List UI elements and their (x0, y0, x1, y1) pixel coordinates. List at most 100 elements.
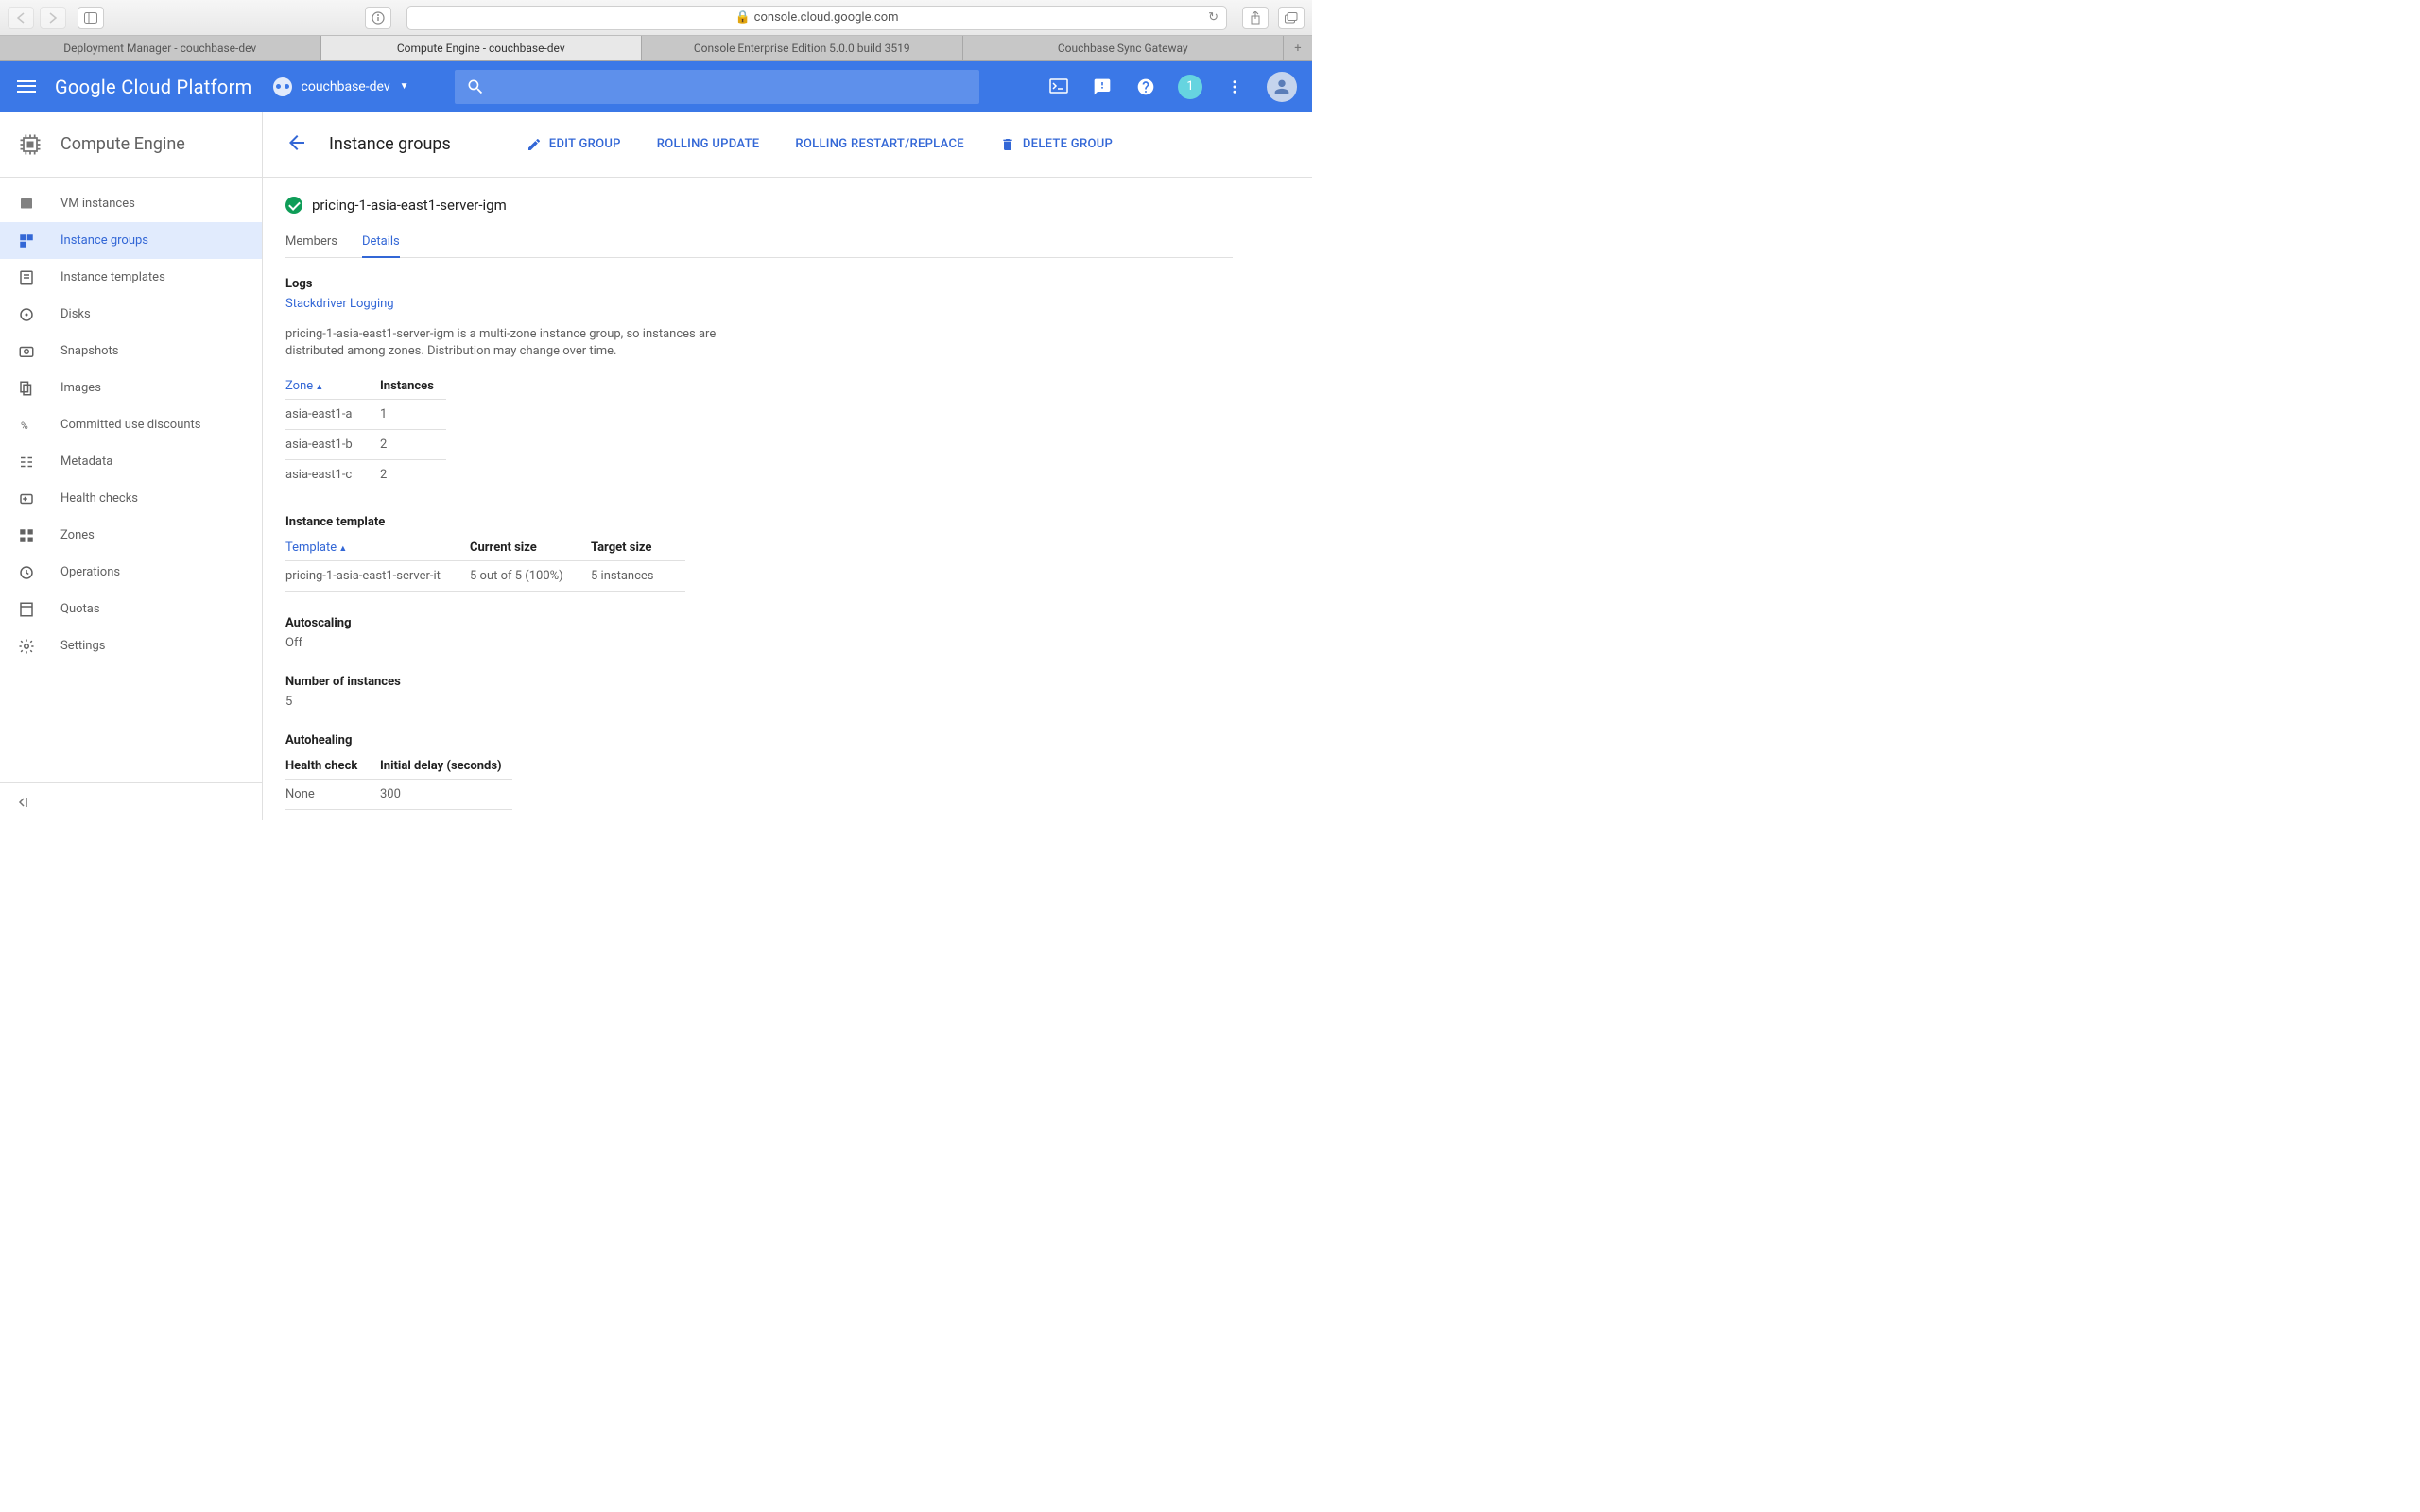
detail-tabs: Members Details (285, 227, 1233, 258)
project-picker[interactable]: couchbase-dev ▼ (273, 77, 409, 96)
tab-details[interactable]: Details (362, 227, 400, 258)
main-content: Instance groups EDIT GROUP ROLLING UPDAT… (263, 112, 1312, 820)
back-button[interactable] (8, 7, 34, 29)
rolling-restart-button[interactable]: ROLLING RESTART/REPLACE (795, 137, 963, 151)
new-tab-button[interactable]: + (1284, 36, 1312, 60)
sidebar-header: Compute Engine (0, 112, 262, 178)
group-name: pricing-1-asia-east1-server-igm (312, 197, 507, 214)
autoscaling-value: Off (285, 636, 1233, 650)
sidebar-title: Compute Engine (60, 134, 185, 154)
browser-tab[interactable]: Deployment Manager - couchbase-dev (0, 36, 321, 60)
url-host: console.cloud.google.com (754, 10, 899, 25)
tab-members[interactable]: Members (285, 227, 337, 257)
zones-icon (17, 526, 36, 545)
table-row: asia-east1-a1 (285, 400, 446, 430)
sidebar-item-instance-groups[interactable]: Instance groups (0, 222, 262, 259)
sidebar-item-committed-use[interactable]: %Committed use discounts (0, 406, 262, 443)
table-row: None 300 (285, 780, 512, 810)
health-check-header: Health check (285, 753, 380, 780)
table-row: asia-east1-c2 (285, 460, 446, 490)
status-ok-icon (285, 197, 302, 214)
app-body: Compute Engine VM instances Instance gro… (0, 112, 1312, 820)
notifications-badge[interactable]: 1 (1178, 75, 1202, 99)
project-name: couchbase-dev (302, 79, 390, 94)
sidebar-item-metadata[interactable]: Metadata (0, 443, 262, 480)
page-actions: EDIT GROUP ROLLING UPDATE ROLLING RESTAR… (527, 137, 1113, 152)
sidebar-item-disks[interactable]: Disks (0, 296, 262, 333)
share-button[interactable] (1242, 7, 1269, 29)
metadata-icon (17, 453, 36, 472)
autoscaling-label: Autoscaling (285, 616, 1233, 630)
edit-group-button[interactable]: EDIT GROUP (527, 137, 621, 152)
sidebar-item-operations[interactable]: Operations (0, 554, 262, 591)
template-label: Instance template (285, 515, 1233, 529)
sidebar-item-zones[interactable]: Zones (0, 517, 262, 554)
hamburger-menu-icon[interactable] (15, 76, 38, 98)
alert-icon[interactable] (1091, 76, 1114, 98)
clock-icon (17, 563, 36, 582)
gcp-logo[interactable]: Google Cloud Platform (55, 76, 252, 98)
search-icon (466, 77, 485, 96)
zone-header[interactable]: Zone (285, 373, 380, 400)
lock-icon: 🔒 (735, 10, 750, 25)
delete-group-button[interactable]: DELETE GROUP (1000, 137, 1113, 152)
sidebar-item-snapshots[interactable]: Snapshots (0, 333, 262, 369)
safari-toolbar: 🔒 console.cloud.google.com ↻ (0, 0, 1312, 36)
sidebar-items: VM instances Instance groups Instance te… (0, 178, 262, 782)
health-icon (17, 490, 36, 508)
back-arrow-icon[interactable] (285, 131, 308, 158)
logs-label: Logs (285, 277, 1233, 291)
collapse-icon (17, 796, 32, 809)
gcp-header: Google Cloud Platform couchbase-dev ▼ 1 (0, 61, 1312, 112)
browser-tab[interactable]: Compute Engine - couchbase-dev (321, 36, 643, 60)
search-input[interactable] (455, 70, 979, 104)
initial-delay-header: Initial delay (seconds) (380, 753, 512, 780)
reload-icon[interactable]: ↻ (1208, 10, 1219, 25)
sidebar-item-images[interactable]: Images (0, 369, 262, 406)
sidebar-item-quotas[interactable]: Quotas (0, 591, 262, 627)
tabs-button[interactable] (1278, 7, 1305, 29)
avatar[interactable] (1267, 72, 1297, 102)
group-description: pricing-1-asia-east1-server-igm is a mul… (285, 326, 730, 360)
zone-table: Zone Instances asia-east1-a1 asia-east1-… (285, 373, 446, 490)
autohealing-label: Autohealing (285, 733, 1233, 747)
target-size-header: Target size (591, 535, 685, 561)
percent-icon: % (17, 416, 36, 435)
chevron-down-icon: ▼ (400, 81, 409, 92)
sidebar-item-settings[interactable]: Settings (0, 627, 262, 664)
instances-header: Instances (380, 373, 446, 400)
url-bar[interactable]: 🔒 console.cloud.google.com ↻ (406, 6, 1227, 30)
stackdriver-link[interactable]: Stackdriver Logging (285, 297, 1233, 311)
sidebar-collapse[interactable] (0, 782, 262, 820)
forward-button[interactable] (40, 7, 66, 29)
num-instances-label: Number of instances (285, 675, 1233, 689)
group-title-row: pricing-1-asia-east1-server-igm (285, 197, 1233, 214)
rolling-update-button[interactable]: ROLLING UPDATE (657, 137, 760, 151)
template-header[interactable]: Template (285, 535, 470, 561)
more-icon[interactable] (1223, 76, 1246, 98)
help-icon[interactable] (1134, 76, 1157, 98)
page-header: Instance groups EDIT GROUP ROLLING UPDAT… (263, 112, 1312, 178)
template-table: Template Current size Target size pricin… (285, 535, 685, 592)
browser-tab[interactable]: Couchbase Sync Gateway (963, 36, 1285, 60)
sidebar-toggle-button[interactable] (78, 7, 104, 29)
cloud-shell-icon[interactable] (1047, 76, 1070, 98)
compute-engine-icon (17, 131, 43, 158)
groups-icon (17, 232, 36, 250)
current-size-header: Current size (470, 535, 591, 561)
site-info-button[interactable] (365, 7, 391, 29)
sidebar-item-vm-instances[interactable]: VM instances (0, 185, 262, 222)
table-row: asia-east1-b2 (285, 430, 446, 460)
num-instances-value: 5 (285, 695, 1233, 709)
svg-text:%: % (21, 419, 28, 431)
disks-icon (17, 305, 36, 324)
browser-tab[interactable]: Console Enterprise Edition 5.0.0 build 3… (642, 36, 963, 60)
sidebar-item-health-checks[interactable]: Health checks (0, 480, 262, 517)
gear-icon (17, 637, 36, 656)
templates-icon (17, 268, 36, 287)
sidebar: Compute Engine VM instances Instance gro… (0, 112, 263, 820)
page-title: Instance groups (329, 134, 451, 154)
table-row: pricing-1-asia-east1-server-it 5 out of … (285, 561, 685, 592)
sidebar-item-instance-templates[interactable]: Instance templates (0, 259, 262, 296)
header-right: 1 (1047, 72, 1297, 102)
